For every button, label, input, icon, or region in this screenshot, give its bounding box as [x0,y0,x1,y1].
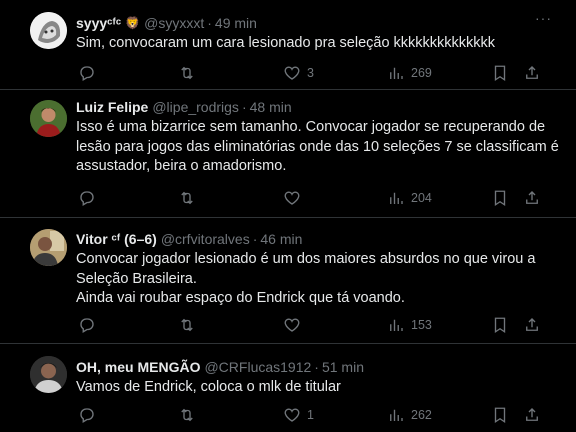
views-button[interactable]: 262 [387,405,432,425]
user-handle[interactable]: @crfvitoralves [161,230,250,248]
tweet-text-line: Isso é uma bizarrice sem tamanho. Convoc… [76,119,546,135]
more-options-icon[interactable]: ··· [535,11,552,25]
separator-dot: · [207,15,212,31]
reply-button[interactable] [78,405,102,425]
retweet-icon [181,66,193,80]
timestamp[interactable]: 48 min [250,98,292,116]
analytics-icon [390,409,403,421]
share-button[interactable] [523,315,541,335]
share-button[interactable] [523,63,541,83]
timestamp[interactable]: 46 min [260,230,302,248]
heart-icon [284,66,300,80]
tweet[interactable]: Vitor ᶜᶠ (6–6) @crfvitoralves · 46 min C… [0,218,576,344]
share-icon [526,66,538,79]
heart-icon [284,191,300,205]
like-button[interactable]: 3 [283,63,314,83]
bookmark-button[interactable] [491,188,509,208]
bookmark-icon [494,317,506,334]
bookmark-button[interactable] [491,405,509,425]
views-button[interactable]: 269 [387,63,432,83]
analytics-icon [390,67,403,79]
action-bar: 204 [76,188,576,208]
tweet-text: Sim, convocaram um cara lesionado pra se… [76,34,564,54]
retweet-icon [181,318,193,332]
reply-feed: syyyᶜᶠᶜ 🦁 @syyxxxt · 49 min Sim, convoca… [0,0,576,432]
separator-dot: · [241,99,247,115]
reply-icon [80,66,94,81]
retweet-icon [181,191,193,205]
view-count: 153 [411,318,432,332]
view-count: 204 [411,191,432,205]
reply-button[interactable] [78,188,102,208]
retweet-button[interactable] [178,405,202,425]
reply-icon [80,318,94,333]
tweet-text: Isso é uma bizarrice sem tamanho. Convoc… [76,118,564,177]
timestamp[interactable]: 51 min [322,358,364,376]
user-handle[interactable]: @CRFlucas1912 [204,358,311,376]
tweet[interactable]: syyyᶜᶠᶜ 🦁 @syyxxxt · 49 min Sim, convoca… [0,0,576,90]
avatar[interactable] [30,100,67,137]
display-name[interactable]: OH, meu MENGÃO [76,358,200,376]
share-icon [526,318,538,331]
tweet-text: Convocar jogador lesionado é um dos maio… [76,250,564,309]
heart-icon [284,318,300,332]
views-button[interactable]: 153 [387,315,432,335]
user-handle[interactable]: @lipe_rodrigs [152,98,239,116]
timestamp[interactable]: 49 min [215,14,257,32]
lion-emoji-icon: 🦁 [125,16,141,30]
tweet-text-line: Sim, convocaram um cara lesionado pra se… [76,35,496,51]
share-icon [526,408,538,421]
tweet[interactable]: Luiz Felipe @lipe_rodrigs · 48 min Isso … [0,90,576,218]
tweet-text-line: Convocar jogador lesionado é um dos maio… [76,251,536,267]
avatar[interactable] [30,229,67,266]
bookmark-icon [494,407,506,424]
retweet-button[interactable] [178,63,202,83]
bookmark-button[interactable] [491,63,509,83]
bookmark-button[interactable] [491,315,509,335]
views-button[interactable]: 204 [387,188,432,208]
heart-icon [284,408,300,422]
tweet-text-line: Ainda vai roubar espaço do Endrick que t… [76,290,405,306]
display-name[interactable]: syyyᶜᶠᶜ [76,14,121,32]
action-bar: 3 269 [76,63,576,83]
like-count: 3 [307,66,314,80]
like-button[interactable]: 1 [283,405,314,425]
like-count: 1 [307,408,314,422]
share-icon [526,191,538,204]
analytics-icon [390,192,403,204]
reply-button[interactable] [78,63,102,83]
analytics-icon [390,319,403,331]
user-handle[interactable]: @syyxxxt [144,14,204,32]
retweet-icon [181,408,193,422]
tweet-text-line: Seleção Brasileira. [76,270,197,287]
retweet-button[interactable] [178,315,202,335]
separator-dot: · [252,231,258,247]
share-button[interactable] [523,188,541,208]
avatar[interactable] [30,356,67,393]
action-bar: 153 [76,315,576,335]
share-button[interactable] [523,405,541,425]
tweet[interactable]: OH, meu MENGÃO @CRFlucas1912 · 51 min Va… [0,344,576,432]
like-button[interactable] [283,315,307,335]
avatar[interactable] [30,12,67,49]
tweet-text-line: assustador, beira o amadorismo. [76,158,287,174]
display-name[interactable]: Luiz Felipe [76,98,148,116]
display-name[interactable]: Vitor ᶜᶠ (6–6) [76,230,157,248]
reply-icon [80,408,94,423]
tweet-text-line: Vamos de Endrick, coloca o mlk de titula… [76,379,341,395]
retweet-button[interactable] [178,188,202,208]
reply-button[interactable] [78,315,102,335]
tweet-text-line: lesão para jogos das eliminatórias onde … [76,138,559,155]
view-count: 269 [411,66,432,80]
bookmark-icon [494,65,506,82]
separator-dot: · [314,359,319,375]
bookmark-icon [494,190,506,207]
tweet-text: Vamos de Endrick, coloca o mlk de titula… [76,378,564,398]
reply-icon [80,191,94,206]
like-button[interactable] [283,188,307,208]
view-count: 262 [411,408,432,422]
action-bar: 1 262 [76,405,576,425]
